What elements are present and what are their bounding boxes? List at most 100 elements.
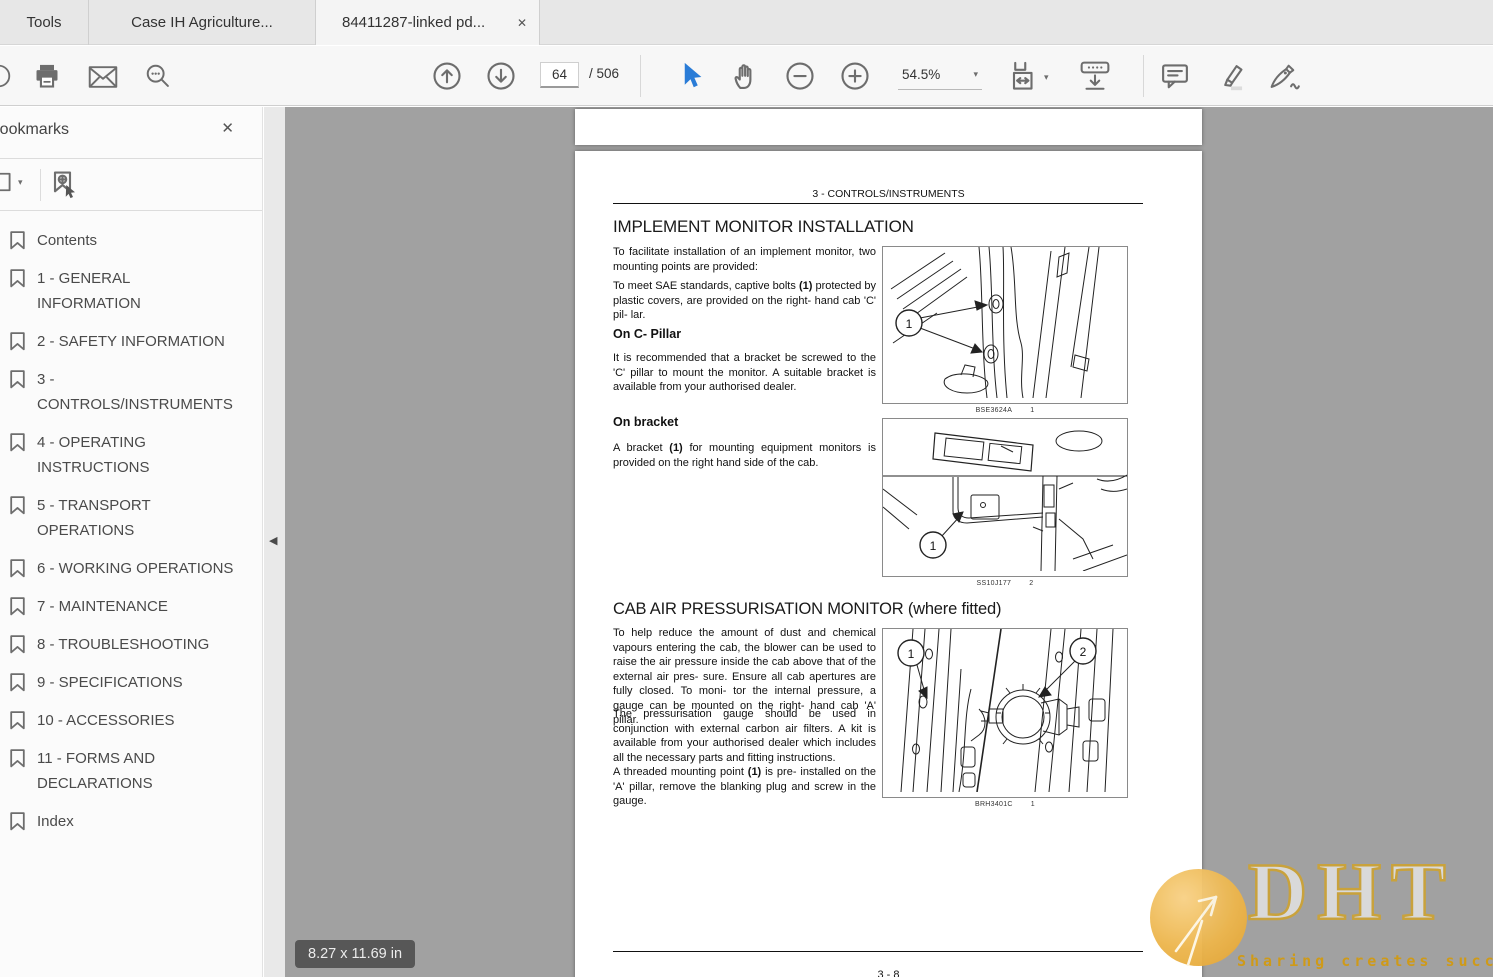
bookmark-item-general-information[interactable]: 1 - GENERAL INFORMATION xyxy=(5,266,262,316)
bookmark-item-index[interactable]: Index xyxy=(5,809,262,834)
figure-number: 1 xyxy=(1031,801,1035,808)
bookmarks-list: Contents 1 - GENERAL INFORMATION 2 - SAF… xyxy=(0,211,262,834)
paragraph-text: A bracket xyxy=(613,442,669,454)
pdf-page-previous-bottom xyxy=(575,109,1202,145)
close-panel-icon[interactable]: ✕ xyxy=(221,119,234,137)
figure-caption: BSE3624A 1 xyxy=(882,407,1128,414)
figure-image: 1 xyxy=(882,246,1128,404)
bookmark-icon xyxy=(7,558,28,579)
bookmark-item-accessories[interactable]: 10 - ACCESSORIES xyxy=(5,708,262,733)
paragraph: To meet SAE standards, captive bolts (1)… xyxy=(613,279,876,323)
figure-code: BRH3401C xyxy=(975,801,1013,808)
highlight-icon[interactable] xyxy=(1215,61,1247,91)
page-fit-icon[interactable] xyxy=(1010,61,1038,91)
toolbar-divider xyxy=(640,55,641,97)
bookmark-label: 5 - TRANSPORT OPERATIONS xyxy=(37,493,229,543)
paragraph: A threaded mounting point (1) is pre- in… xyxy=(613,765,876,809)
chevron-down-icon[interactable]: ▾ xyxy=(1044,72,1049,83)
header-rule xyxy=(613,203,1143,204)
bookmark-item-controls-instruments[interactable]: 3 - CONTROLS/INSTRUMENTS xyxy=(5,367,262,417)
pdf-page: 3 - CONTROLS/INSTRUMENTS IMPLEMENT MONIT… xyxy=(575,151,1202,977)
hand-tool-icon[interactable] xyxy=(730,60,760,92)
bookmark-item-forms-declarations[interactable]: 11 - FORMS AND DECLARATIONS xyxy=(5,746,262,796)
callout-1: 1 xyxy=(930,539,937,553)
page-count-label: / 506 xyxy=(589,66,619,81)
bookmark-icon xyxy=(7,710,28,731)
subsection-title-on-c-pillar: On C- Pillar xyxy=(613,327,681,341)
figure-code: BSE3624A xyxy=(976,407,1013,414)
main-area: Bookmarks ✕ ▾ xyxy=(0,107,1493,977)
locate-current-bookmark-icon[interactable] xyxy=(50,170,80,203)
bookmarks-panel-toolbar: ▾ xyxy=(0,159,262,211)
bookmark-icon xyxy=(7,596,28,617)
bookmark-label: 6 - WORKING OPERATIONS xyxy=(37,556,229,581)
bookmark-icon xyxy=(7,672,28,693)
bookmark-icon xyxy=(7,748,28,769)
scroll-mode-icon[interactable] xyxy=(1078,60,1112,92)
bookmarks-panel-header: Bookmarks ✕ xyxy=(0,107,262,159)
previous-page-icon[interactable] xyxy=(432,61,462,91)
comment-icon[interactable] xyxy=(1160,62,1190,90)
callout-1: 1 xyxy=(906,317,913,331)
close-tab-icon[interactable]: ✕ xyxy=(517,16,527,30)
zoom-level-dropdown[interactable]: 54.5% ▾ xyxy=(898,60,982,90)
select-tool-icon[interactable] xyxy=(678,61,704,91)
paragraph: To facilitate installation of an impleme… xyxy=(613,245,876,274)
paragraph: It is recommended that a bracket be scre… xyxy=(613,351,876,395)
bookmark-label: Contents xyxy=(37,228,229,253)
bookmark-label: 7 - MAINTENANCE xyxy=(37,594,229,619)
bookmark-label: 10 - ACCESSORIES xyxy=(37,708,229,733)
bookmark-item-working-operations[interactable]: 6 - WORKING OPERATIONS xyxy=(5,556,262,581)
tab-bar: Tools Case IH Agriculture... 84411287-li… xyxy=(0,0,1493,45)
figure-number: 2 xyxy=(1029,580,1033,587)
print-icon[interactable] xyxy=(33,62,61,90)
bookmark-options-icon[interactable]: ▾ xyxy=(0,171,23,193)
tab-tools[interactable]: Tools xyxy=(0,0,89,45)
zoom-in-icon[interactable] xyxy=(840,61,870,91)
bookmark-item-troubleshooting[interactable]: 8 - TROUBLESHOOTING xyxy=(5,632,262,657)
callout-ref: (1) xyxy=(669,442,682,454)
paragraph-text: A threaded mounting point xyxy=(613,766,748,778)
paragraph: The pressurisation gauge should be used … xyxy=(613,707,876,765)
bookmark-item-specifications[interactable]: 9 - SPECIFICATIONS xyxy=(5,670,262,695)
arrow-up-right-icon xyxy=(1150,869,1247,966)
tab-document-1[interactable]: Case IH Agriculture... xyxy=(89,0,316,45)
watermark-tagline: Sharing creates success xyxy=(1237,952,1493,970)
bookmarks-panel: Bookmarks ✕ ▾ xyxy=(0,107,263,977)
page-number-input[interactable] xyxy=(540,62,579,88)
bookmark-icon xyxy=(7,811,28,832)
bookmark-label: 8 - TROUBLESHOOTING xyxy=(37,632,229,657)
paragraph-text: To facilitate installation of an impleme… xyxy=(613,246,876,273)
fill-sign-icon[interactable] xyxy=(1268,61,1302,91)
bookmark-label: 1 - GENERAL INFORMATION xyxy=(37,266,229,316)
tab-document-2-active[interactable]: 84411287-linked pd... ✕ xyxy=(316,0,540,45)
section-title-cab-air-pressurisation: CAB AIR PRESSURISATION MONITOR (where fi… xyxy=(613,600,1001,619)
figure-image: 1 xyxy=(882,418,1128,577)
search-icon[interactable] xyxy=(144,62,172,90)
email-icon[interactable] xyxy=(88,65,118,89)
bookmark-item-maintenance[interactable]: 7 - MAINTENANCE xyxy=(5,594,262,619)
subsection-title-on-bracket: On bracket xyxy=(613,415,678,429)
bookmark-item-contents[interactable]: Contents xyxy=(5,228,262,253)
figure-bracket: 1 SS10J177 2 xyxy=(882,418,1128,587)
watermark-logo-text: DHT xyxy=(1248,845,1456,939)
bookmark-item-safety-information[interactable]: 2 - SAFETY INFORMATION xyxy=(5,329,262,354)
bookmark-item-operating-instructions[interactable]: 4 - OPERATING INSTRUCTIONS xyxy=(5,430,262,480)
document-viewport[interactable]: 3 - CONTROLS/INSTRUMENTS IMPLEMENT MONIT… xyxy=(285,107,1493,977)
zoom-out-icon[interactable] xyxy=(785,61,815,91)
next-page-icon[interactable] xyxy=(486,61,516,91)
bookmark-item-transport-operations[interactable]: 5 - TRANSPORT OPERATIONS xyxy=(5,493,262,543)
figure-number: 1 xyxy=(1030,407,1034,414)
page-running-header: 3 - CONTROLS/INSTRUMENTS xyxy=(575,188,1202,200)
collapse-panel-icon[interactable]: ◀ xyxy=(269,534,277,547)
footer-rule xyxy=(613,951,1143,952)
page-size-tooltip: 8.27 x 11.69 in xyxy=(295,940,415,968)
callout-ref: (1) xyxy=(748,766,761,778)
bookmark-icon xyxy=(7,230,28,251)
panel-collapse-strip[interactable]: ◀ xyxy=(264,107,285,977)
bookmark-icon xyxy=(7,369,28,390)
figure-code: SS10J177 xyxy=(977,580,1012,587)
callout-ref: (1) xyxy=(799,280,812,292)
save-icon[interactable] xyxy=(0,63,12,89)
bookmark-label: 2 - SAFETY INFORMATION xyxy=(37,329,229,354)
